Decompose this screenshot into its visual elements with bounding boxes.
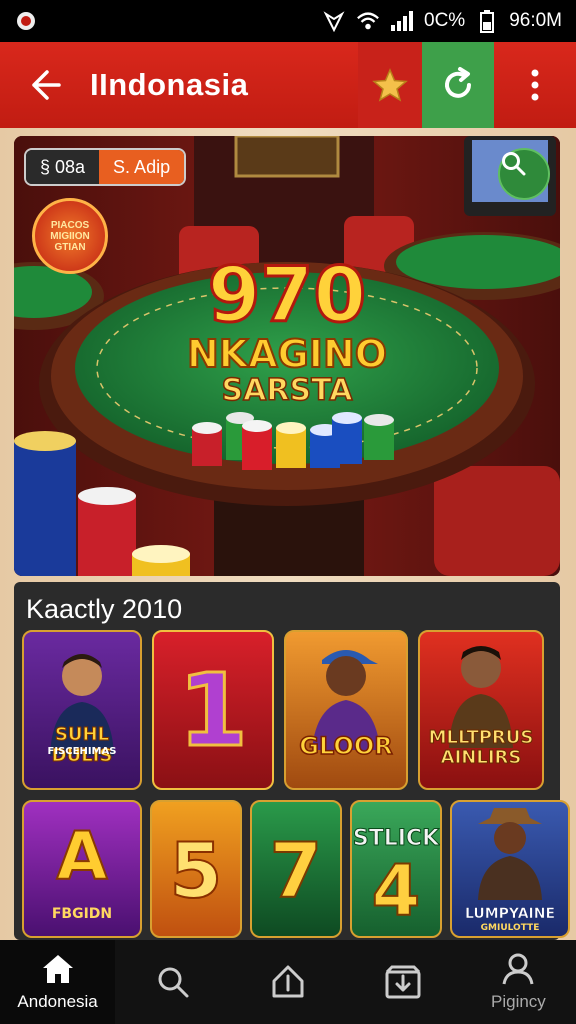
promo-badge-line3: GTIAN (54, 241, 86, 253)
app-notification-icon (14, 9, 38, 33)
banner-title-line1: NKAGINO (186, 332, 388, 376)
status-bar: 0C% 96:0M (0, 0, 576, 42)
more-options-button[interactable] (494, 42, 576, 128)
pill-tab-right[interactable]: S. Adip (99, 150, 185, 184)
home-icon (42, 955, 73, 983)
app-toolbar: IIndonasia (0, 42, 576, 128)
player-avatar-icon (478, 808, 542, 900)
promo-badge-line1: PIACOS (50, 219, 90, 231)
game-tile[interactable]: STLICK 4 (350, 800, 442, 938)
game-tile-sublabel: GMIULOTTE (480, 923, 540, 933)
status-left (14, 9, 54, 33)
pill-tab-left[interactable]: § 08a (26, 150, 100, 184)
game-tile[interactable]: 7 (250, 800, 342, 938)
upload-icon (272, 965, 304, 998)
nav-search[interactable] (115, 940, 230, 1024)
game-tile-sublabel: FISCEHIMAS (47, 746, 117, 757)
banner-logo-text: 970 NKAGINO SARSTA (14, 250, 560, 409)
game-tile-label: A (55, 817, 108, 896)
search-icon (502, 152, 526, 176)
game-tile-label: LUMPYAINE (464, 906, 556, 923)
nav-profile[interactable]: Pigincy (461, 940, 576, 1024)
battery-percent: 0C% (424, 10, 466, 31)
nav-upload[interactable] (230, 940, 345, 1024)
games-section: Kaactly 2010 SUHL DULIS FISCEHIMAS 1 GLO… (14, 582, 570, 940)
refresh-button[interactable] (422, 42, 494, 128)
favorite-button[interactable] (358, 42, 422, 128)
content-area: § 08a S. Adip PIACOS MIGIION GTIAN 970 N… (0, 128, 576, 940)
promo-badge-line2: MIGIION (50, 230, 90, 242)
games-row-1: SUHL DULIS FISCEHIMAS 1 GLOOR MLLTPRUS A… (22, 630, 544, 790)
banner-number: 970 (206, 250, 368, 339)
bottom-navigation: Andonesia Pigincy (0, 940, 576, 1024)
game-tile-label: 4 (371, 849, 422, 933)
download-box-icon (385, 965, 421, 999)
nav-profile-label: Pigincy (491, 992, 546, 1011)
section-title: Kaactly 2010 (26, 594, 183, 624)
banner-tab-pill: § 08a S. Adip (24, 148, 187, 186)
nav-downloads[interactable] (346, 940, 461, 1024)
star-icon (372, 68, 408, 102)
back-arrow-icon (32, 70, 61, 100)
wifi-icon (356, 9, 380, 33)
clock: 96:0M (509, 10, 562, 31)
nav-home[interactable]: Andonesia (0, 940, 116, 1024)
game-tile[interactable]: MLLTPRUS AINLIRS (418, 630, 544, 790)
search-icon (158, 967, 189, 998)
game-tile-label: GLOOR (299, 731, 394, 761)
game-tile[interactable]: 5 (150, 800, 242, 938)
profile-icon (502, 953, 534, 985)
game-tile[interactable]: SUHL DULIS FISCEHIMAS (22, 630, 142, 790)
game-tile-sublabel: FBGIDN (51, 906, 113, 922)
game-tile-label: 5 (169, 825, 224, 916)
refresh-icon (445, 67, 471, 98)
game-tile-label: SUHL DULIS (51, 724, 113, 767)
game-tile[interactable]: GLOOR (284, 630, 408, 790)
games-row-2: A FBGIDN 5 7 STLICK 4 LUMPYAINE GMIULOTT… (22, 800, 570, 938)
vpn-icon (322, 9, 346, 33)
game-tile-label: 1 (177, 651, 250, 771)
game-tile[interactable]: LUMPYAINE GMIULOTTE (450, 800, 570, 938)
nav-home-label: Andonesia (17, 992, 98, 1011)
back-button[interactable] (0, 42, 90, 128)
signal-icon (390, 9, 414, 33)
banner-search-button[interactable] (498, 148, 550, 200)
battery-icon (475, 9, 499, 33)
app-root: 0C% 96:0M IIndonasia § 08a S. Adip PIACO… (0, 0, 576, 1024)
banner-title-line2: SARSTA (221, 373, 353, 409)
toolbar-title: IIndonasia (90, 67, 249, 102)
hero-banner[interactable]: § 08a S. Adip PIACOS MIGIION GTIAN 970 N… (14, 136, 560, 576)
game-tile-toplabel: STLICK (352, 826, 440, 852)
more-vert-icon (531, 69, 539, 101)
status-right: 0C% 96:0M (322, 9, 562, 33)
game-tile-label: MLLTPRUS AINLIRS (428, 727, 534, 768)
game-tile-label: 7 (269, 825, 324, 916)
game-tile[interactable]: 1 (152, 630, 274, 790)
game-tile[interactable]: A FBGIDN (22, 800, 142, 938)
